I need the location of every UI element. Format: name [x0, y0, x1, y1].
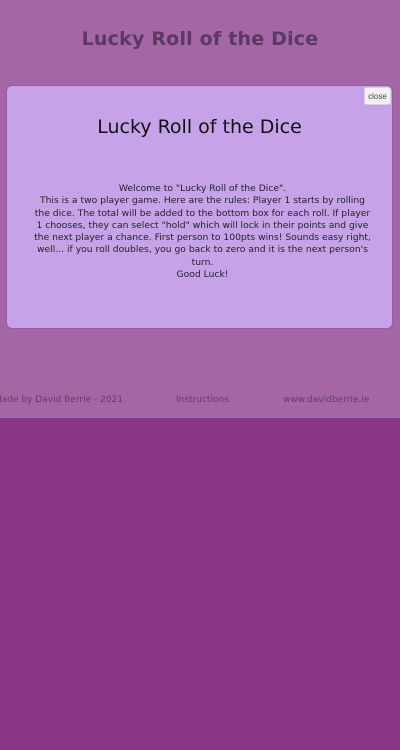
welcome-text: Welcome to "Lucky Roll of the Dice".: [118, 183, 287, 194]
footer-bar: Made by David Berrie - 2021 Instructions…: [0, 392, 400, 412]
modal-title: Lucky Roll of the Dice: [97, 116, 302, 138]
instructions-modal: close Lucky Roll of the Dice Welcome to …: [7, 86, 392, 328]
page-title: Lucky Roll of the Dice: [81, 28, 319, 50]
close-button[interactable]: close: [364, 87, 391, 105]
footer-website-link[interactable]: www.davidberrie.ie: [283, 395, 369, 405]
footer-credit[interactable]: Made by David Berrie - 2021: [0, 395, 123, 405]
modal-body: Welcome to "Lucky Roll of the Dice". Thi…: [31, 183, 374, 281]
footer-instructions-link[interactable]: Instructions: [176, 395, 229, 405]
rules-text: This is a two player game. Here are the …: [34, 195, 371, 268]
signoff-text: Good Luck!: [176, 269, 229, 281]
